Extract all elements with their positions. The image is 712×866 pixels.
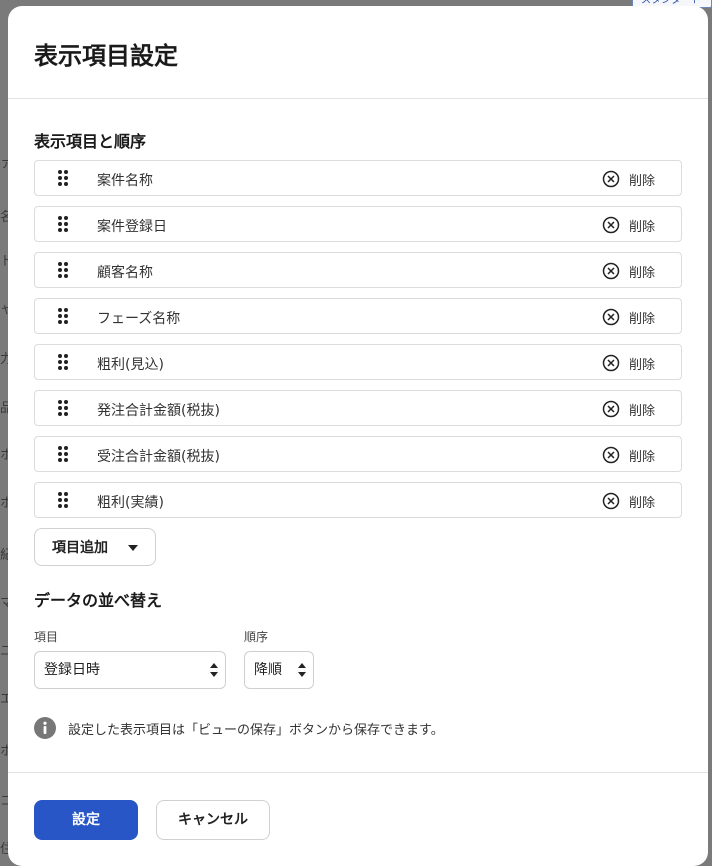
delete-button[interactable]: 削除 <box>602 399 655 419</box>
cancel-button[interactable]: キャンセル <box>156 800 270 840</box>
add-item-button[interactable]: 項目追加 <box>34 528 156 566</box>
close-circle-icon <box>602 354 620 372</box>
close-circle-icon <box>602 492 620 510</box>
close-circle-icon <box>602 262 620 280</box>
display-item-label: 粗利(実績) <box>97 495 164 511</box>
sort-order-select[interactable]: 降順 <box>244 651 314 689</box>
display-item-label: 受注合計金額(税抜) <box>97 449 220 465</box>
dialog-title: 表示項目設定 <box>34 42 178 70</box>
display-item-row[interactable]: 受注合計金額(税抜) 削除 <box>34 436 682 472</box>
sort-order-value: 降順 <box>254 662 282 678</box>
delete-label: 削除 <box>628 173 655 189</box>
display-items-section-title: 表示項目と順序 <box>34 132 147 151</box>
display-item-row[interactable]: 粗利(見込) 削除 <box>34 344 682 380</box>
close-circle-icon <box>602 308 620 326</box>
display-item-label: 案件登録日 <box>97 219 167 235</box>
close-circle-icon <box>602 170 620 188</box>
submit-button[interactable]: 設定 <box>34 800 138 840</box>
drag-handle-icon[interactable] <box>57 353 69 371</box>
sort-field-select[interactable]: 登録日時 <box>34 651 226 689</box>
add-item-label: 項目追加 <box>52 540 108 556</box>
delete-button[interactable]: 削除 <box>602 307 655 327</box>
delete-label: 削除 <box>628 357 655 373</box>
delete-label: 削除 <box>628 265 655 281</box>
display-item-label: 案件名称 <box>97 173 153 189</box>
sort-field-label: 項目 <box>34 630 59 644</box>
display-item-label: 発注合計金額(税抜) <box>97 403 220 419</box>
dialog-footer: 設定 キャンセル <box>8 772 708 866</box>
delete-label: 削除 <box>628 403 655 419</box>
info-message: 設定した表示項目は「ビューの保存」ボタンから保存できます。 <box>34 717 444 739</box>
display-item-row[interactable]: 粗利(実績) 削除 <box>34 482 682 518</box>
dialog-header: 表示項目設定 <box>8 6 708 99</box>
close-circle-icon <box>602 216 620 234</box>
delete-button[interactable]: 削除 <box>602 445 655 465</box>
display-item-label: フェーズ名称 <box>97 311 181 327</box>
delete-label: 削除 <box>628 449 655 465</box>
info-icon <box>34 717 56 739</box>
sort-section-title: データの並べ替え <box>34 591 163 610</box>
display-item-label: 粗利(見込) <box>97 357 164 373</box>
display-item-row[interactable]: 案件名称 削除 <box>34 160 682 196</box>
drag-handle-icon[interactable] <box>57 445 69 463</box>
drag-handle-icon[interactable] <box>57 261 69 279</box>
display-item-row[interactable]: フェーズ名称 削除 <box>34 298 682 334</box>
delete-label: 削除 <box>628 219 655 235</box>
drag-handle-icon[interactable] <box>57 399 69 417</box>
display-item-row[interactable]: 顧客名称 削除 <box>34 252 682 288</box>
delete-button[interactable]: 削除 <box>602 169 655 189</box>
select-arrows-icon <box>210 663 218 677</box>
close-circle-icon <box>602 400 620 418</box>
display-item-label: 顧客名称 <box>97 265 153 281</box>
delete-label: 削除 <box>628 311 655 327</box>
delete-label: 削除 <box>628 495 655 511</box>
select-arrows-icon <box>298 663 306 677</box>
caret-down-icon <box>128 545 138 551</box>
display-item-row[interactable]: 案件登録日 削除 <box>34 206 682 242</box>
display-items-list: 案件名称 削除 案件登録日 削除 顧客名称 削除 フェーズ名称 削除 粗利(見込… <box>34 160 682 528</box>
info-text: 設定した表示項目は「ビューの保存」ボタンから保存できます。 <box>68 722 444 738</box>
drag-handle-icon[interactable] <box>57 169 69 187</box>
delete-button[interactable]: 削除 <box>602 215 655 235</box>
display-item-row[interactable]: 発注合計金額(税抜) 削除 <box>34 390 682 426</box>
sort-field-value: 登録日時 <box>44 662 100 678</box>
delete-button[interactable]: 削除 <box>602 491 655 511</box>
close-circle-icon <box>602 446 620 464</box>
drag-handle-icon[interactable] <box>57 491 69 509</box>
drag-handle-icon[interactable] <box>57 215 69 233</box>
drag-handle-icon[interactable] <box>57 307 69 325</box>
delete-button[interactable]: 削除 <box>602 353 655 373</box>
sort-order-label: 順序 <box>244 630 269 644</box>
display-settings-dialog: 表示項目設定 表示項目と順序 案件名称 削除 案件登録日 削除 顧客名称 削除 … <box>8 6 708 866</box>
delete-button[interactable]: 削除 <box>602 261 655 281</box>
